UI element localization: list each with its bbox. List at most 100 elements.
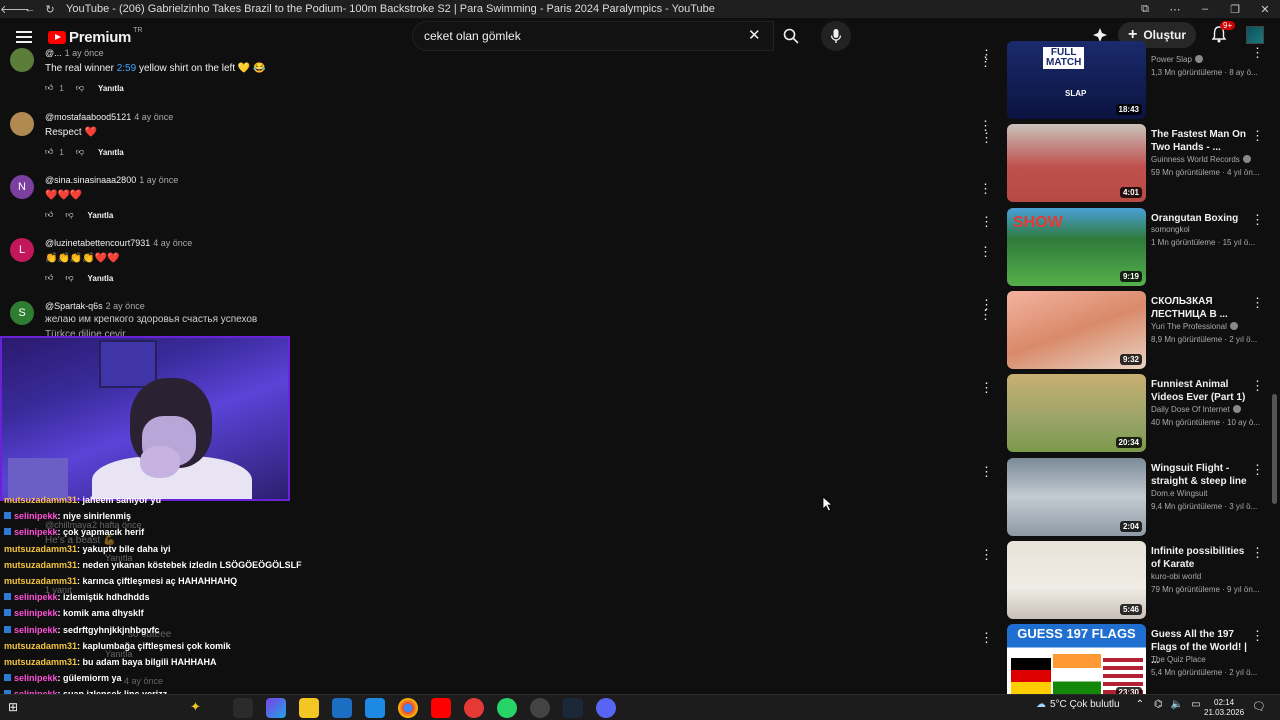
restore-icon[interactable]: ❐	[1220, 3, 1250, 16]
clear-search-icon[interactable]: ✕	[748, 26, 761, 44]
commenter-avatar[interactable]	[10, 112, 34, 136]
timestamp-link[interactable]: 2:59	[117, 63, 136, 74]
video-title[interactable]: The Fastest Man On Two Hands - ...	[1151, 128, 1247, 154]
tray-arrow-icon[interactable]: ⌃	[1136, 699, 1144, 710]
reply-button[interactable]: Yanıtla	[88, 211, 114, 220]
clock[interactable]: 02:14 21.03.2026	[1204, 698, 1244, 718]
video-menu-icon[interactable]: ⋮	[1251, 45, 1264, 61]
obs-icon[interactable]	[530, 698, 550, 718]
video-channel[interactable]: Yuri The Professional	[1151, 321, 1238, 331]
commenter-avatar[interactable]: N	[10, 175, 34, 199]
like-icon[interactable]: 👍︎	[45, 83, 53, 93]
notification-center-icon[interactable]: 🗨	[1252, 700, 1266, 713]
search-button[interactable]	[774, 21, 808, 51]
weather-text[interactable]: 5°C Çok bulutlu	[1050, 699, 1120, 710]
close-window-icon[interactable]: ✕	[1250, 3, 1280, 16]
store-icon[interactable]	[332, 698, 352, 718]
comment-author[interactable]: @... 1 ay önce	[45, 48, 104, 58]
video-title[interactable]: Wingsuit Flight - straight & steep line	[1151, 462, 1247, 488]
whatsapp-icon[interactable]	[497, 698, 517, 718]
video-item[interactable]: ⋮ 5:46 Infinite possibilities of Karate …	[975, 540, 1280, 621]
video-title[interactable]: СКОЛЬЗКАЯ ЛЕСТНИЦА В ...	[1151, 295, 1247, 321]
volume-icon[interactable]: 🔈	[1171, 699, 1183, 710]
video-item[interactable]: ⋮ FULL MATCH SLAP 18:43 Power Slap 1,3 M…	[975, 41, 1280, 121]
video-item[interactable]: ⋮ SHOW 9:19 Orangutan Boxing somongkol 1…	[975, 207, 1280, 288]
minimize-icon[interactable]: –	[1190, 3, 1220, 16]
reply-button[interactable]: Yanıtla	[88, 274, 114, 283]
battery-icon[interactable]: ▭	[1191, 699, 1200, 710]
back-arrow-icon[interactable]: ←	[20, 3, 40, 15]
copilot-icon[interactable]	[266, 698, 286, 718]
like-icon[interactable]: 👍︎	[45, 210, 53, 220]
video-thumbnail[interactable]: FULL MATCH SLAP 18:43	[1007, 41, 1146, 119]
video-menu-icon[interactable]: ⋮	[1251, 128, 1264, 144]
video-item[interactable]: ⋮ 4:01 The Fastest Man On Two Hands - ..…	[975, 124, 1280, 204]
video-item[interactable]: ⋮ 20:34 Funniest Animal Videos Ever (Par…	[975, 374, 1280, 454]
video-menu-icon[interactable]: ⋮	[1251, 295, 1264, 311]
video-thumbnail[interactable]: 4:01	[1007, 124, 1146, 203]
extensions-icon[interactable]: ⧉	[1130, 3, 1160, 16]
video-overflow-icon[interactable]: ⋮	[980, 131, 993, 144]
video-menu-icon[interactable]: ⋮	[1251, 462, 1264, 478]
chrome-icon[interactable]	[398, 698, 418, 718]
video-thumbnail[interactable]: 20:34	[1007, 374, 1146, 453]
video-overflow-icon[interactable]: ⋮	[980, 48, 993, 61]
comment-author[interactable]: @mostafaabood5121 4 ay önce	[45, 112, 173, 122]
video-thumbnail[interactable]: SHOW 9:19	[1007, 207, 1146, 286]
mail-icon[interactable]	[365, 698, 385, 718]
comment-author[interactable]: @Spartak-q6s 2 ay önce	[45, 301, 145, 311]
youtube-app-icon[interactable]	[431, 698, 451, 718]
comment-author[interactable]: @sina.sinasinaaa2800 1 ay önce	[45, 175, 178, 185]
video-item[interactable]: ⋮ 9:32 СКОЛЬЗКАЯ ЛЕСТНИЦА В ... Yuri The…	[975, 290, 1280, 371]
reply-button[interactable]: Yanıtla	[98, 148, 124, 157]
video-channel[interactable]: somongkol	[1151, 225, 1190, 234]
dislike-icon[interactable]: 👎︎	[65, 273, 73, 283]
file-explorer-icon[interactable]	[299, 698, 319, 718]
video-channel[interactable]: The Quiz Place	[1151, 655, 1206, 664]
video-title[interactable]: Orangutan Boxing	[1151, 212, 1247, 225]
dislike-icon[interactable]: 👎︎	[65, 210, 73, 220]
scrollbar[interactable]	[1272, 394, 1277, 504]
video-overflow-icon[interactable]: ⋮	[980, 465, 993, 478]
back-icon[interactable]: 🡐	[0, 2, 30, 16]
commenter-avatar[interactable]: L	[10, 238, 34, 262]
video-channel[interactable]: Daily Dose Of Internet	[1151, 405, 1241, 414]
start-icon[interactable]: ⊞	[8, 700, 18, 714]
reload-icon[interactable]: ↻	[40, 3, 60, 16]
network-icon[interactable]: ⌬	[1154, 699, 1163, 710]
video-item[interactable]: ⋮ 2:04 Wingsuit Flight - straight & stee…	[975, 457, 1280, 538]
video-menu-icon[interactable]: ⋮	[1251, 628, 1264, 644]
comment-author[interactable]: @luzinetabettencourt7931 4 ay önce	[45, 238, 192, 248]
video-channel[interactable]: kuro-obi world	[1151, 572, 1201, 581]
video-thumbnail[interactable]: 2:04	[1007, 457, 1146, 536]
video-overflow-icon[interactable]: ⋮	[980, 548, 993, 561]
video-overflow-icon[interactable]: ⋮	[980, 215, 993, 228]
video-thumbnail[interactable]: 9:32	[1007, 290, 1146, 369]
widgets-icon[interactable]: ✦	[190, 699, 201, 715]
video-thumbnail[interactable]: GUESS 197 FLAGS 23:30	[1007, 624, 1146, 703]
reply-button[interactable]: Yanıtla	[98, 84, 124, 93]
video-channel[interactable]: Power Slap	[1151, 55, 1203, 64]
video-title[interactable]: Infinite possibilities of Karate	[1151, 545, 1247, 571]
search-input[interactable]: ceket olan gömlek	[412, 21, 774, 51]
video-title[interactable]: Funniest Animal Videos Ever (Part 1)	[1151, 378, 1247, 404]
voice-search-button[interactable]	[821, 21, 851, 51]
menu-icon[interactable]	[16, 31, 32, 43]
video-menu-icon[interactable]: ⋮	[1251, 378, 1264, 394]
steam-icon[interactable]	[563, 698, 583, 718]
video-channel[interactable]: Guinness World Records	[1151, 155, 1251, 164]
media-player-icon[interactable]	[464, 698, 484, 718]
video-overflow-icon[interactable]: ⋮	[980, 381, 993, 394]
dislike-icon[interactable]: 👎︎	[76, 147, 84, 157]
youtube-logo[interactable]: Premium TR	[48, 27, 142, 46]
video-channel[interactable]: Dom.e Wingsuit	[1151, 489, 1207, 498]
discord-icon[interactable]	[596, 698, 616, 718]
video-menu-icon[interactable]: ⋮	[1251, 545, 1264, 561]
task-view-icon[interactable]	[233, 698, 253, 718]
video-menu-icon[interactable]: ⋮	[1251, 212, 1264, 228]
like-icon[interactable]: 👍︎	[45, 273, 53, 283]
video-thumbnail[interactable]: 5:46	[1007, 540, 1146, 619]
video-item[interactable]: ⋮ GUESS 197 FLAGS 23:30 Guess All the 19…	[975, 624, 1280, 704]
commenter-avatar[interactable]	[10, 48, 34, 72]
like-icon[interactable]: 👍︎	[45, 147, 53, 157]
